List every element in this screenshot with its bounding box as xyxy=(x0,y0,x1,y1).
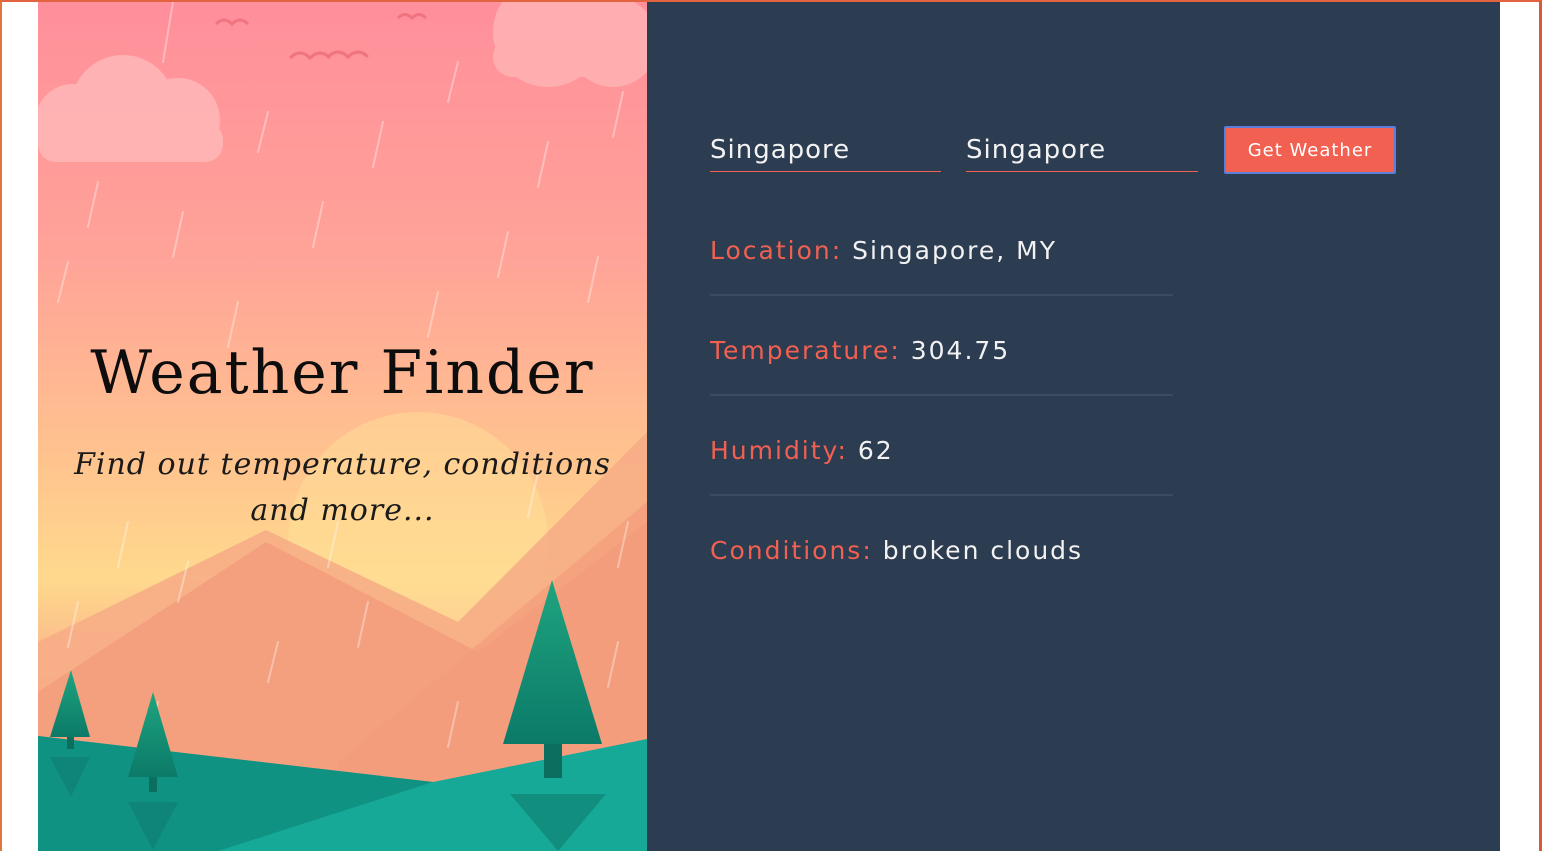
humidity-row: Humidity: 62 xyxy=(710,436,1173,496)
get-weather-button[interactable]: Get Weather xyxy=(1224,126,1396,174)
humidity-label: Humidity: xyxy=(710,436,858,465)
divider xyxy=(710,494,1173,496)
humidity-value: 62 xyxy=(857,436,894,465)
divider xyxy=(710,394,1173,396)
location-value: Singapore, MY xyxy=(852,236,1057,265)
app-title: Weather Finder xyxy=(90,338,595,408)
weather-panel: Get Weather Location: Singapore, MY Temp… xyxy=(647,2,1500,851)
app-subtitle: Find out temperature, conditions and mor… xyxy=(74,447,611,528)
conditions-label: Conditions: xyxy=(710,536,883,565)
temperature-value: 304.75 xyxy=(910,336,1011,365)
temperature-row: Temperature: 304.75 xyxy=(710,336,1173,396)
hero-panel: Weather Finder Find out temperature, con… xyxy=(38,2,647,851)
temperature-label: Temperature: xyxy=(710,336,911,365)
location-label: Location: xyxy=(710,236,853,265)
location-row: Location: Singapore, MY xyxy=(710,236,1173,296)
conditions-row: Conditions: broken clouds xyxy=(710,536,1173,596)
divider xyxy=(710,294,1173,296)
conditions-value: broken clouds xyxy=(882,536,1084,565)
hero-text: Weather Finder Find out temperature, con… xyxy=(38,2,647,851)
country-input[interactable] xyxy=(966,128,1198,172)
city-input[interactable] xyxy=(710,128,941,172)
